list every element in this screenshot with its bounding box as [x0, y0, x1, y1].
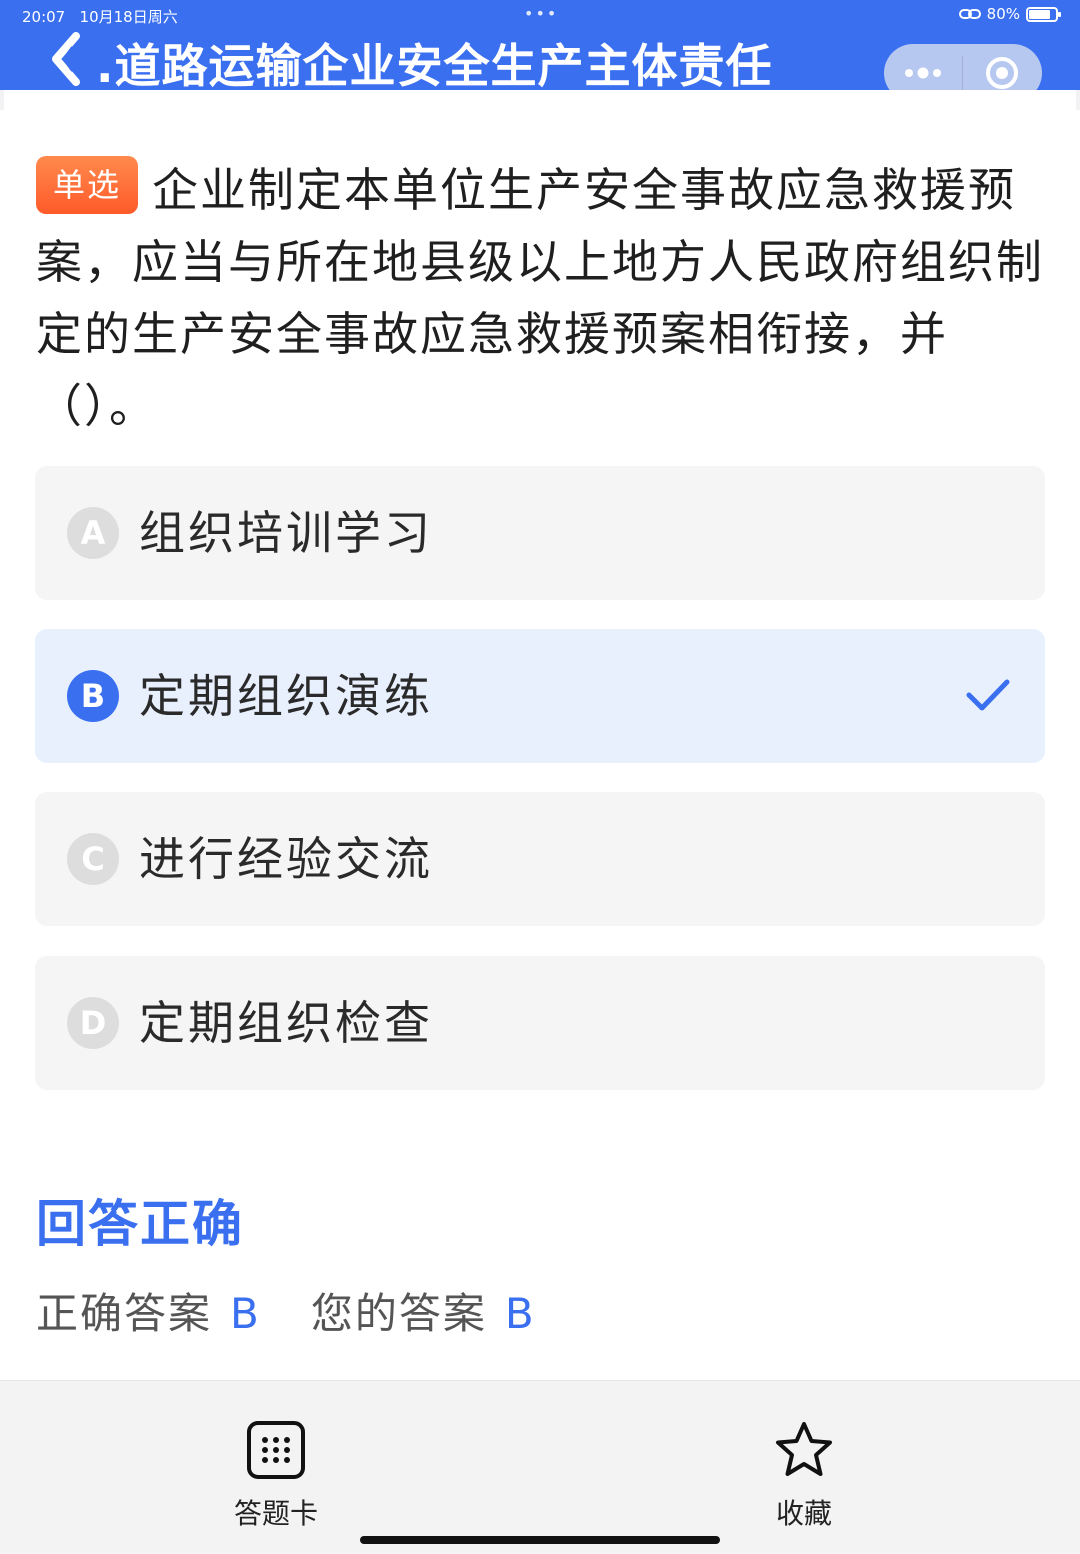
- target-close-icon: [986, 57, 1018, 89]
- option-text: 定期组织检查: [139, 996, 433, 1050]
- option-letter: D: [67, 997, 119, 1049]
- more-dots-icon: [905, 67, 941, 79]
- battery-fill: [1029, 9, 1050, 19]
- option-d[interactable]: D 定期组织检查: [35, 956, 1045, 1090]
- page-title: .道路运输企业安全生产主体责任: [96, 39, 773, 93]
- option-b[interactable]: B 定期组织演练: [35, 629, 1045, 763]
- battery-icon: [1026, 6, 1061, 22]
- clock: 20:07: [22, 8, 66, 26]
- result-title: 回答正确: [36, 1195, 244, 1253]
- question-type-badge: 单选: [36, 156, 138, 214]
- header-bar: 20:07 10月18日周六 ••• 80% .道路运输企业安全生产主体责任: [0, 0, 1080, 102]
- answer-summary: 正确答案 B 您的答案 B: [36, 1280, 536, 1341]
- favorite-button[interactable]: 收藏: [734, 1420, 874, 1532]
- home-indicator[interactable]: [360, 1536, 720, 1544]
- link-icon: [958, 9, 981, 19]
- answer-card-button[interactable]: 答题卡: [206, 1420, 346, 1532]
- star-icon: [776, 1422, 832, 1476]
- date: 10月18日周六: [79, 8, 178, 26]
- checkmark-icon: [966, 679, 1010, 711]
- grid-card-icon: [247, 1421, 305, 1479]
- status-indicators: 80%: [958, 5, 1061, 23]
- favorite-label: 收藏: [775, 1497, 832, 1530]
- option-a[interactable]: A 组织培训学习: [35, 466, 1045, 600]
- your-answer-value: B: [504, 1289, 536, 1338]
- option-letter: B: [67, 670, 119, 722]
- option-text: 组织培训学习: [139, 506, 433, 560]
- question-text-block: 单选 企业制定本单位生产安全事故应急救援预案，应当与所在地县级以上地方人民政府组织…: [36, 154, 1048, 442]
- correct-answer-label: 正确答案: [36, 1289, 213, 1338]
- status-time: 20:07 10月18日周六: [22, 6, 178, 27]
- correct-answer-value: B: [230, 1289, 261, 1338]
- bottom-nav: [0, 1380, 1080, 1554]
- header-divider: [4, 90, 1076, 110]
- answer-card-label: 答题卡: [233, 1497, 318, 1530]
- battery-percent: 80%: [986, 5, 1020, 23]
- app-logo-icon[interactable]: [46, 32, 86, 86]
- option-c[interactable]: C 进行经验交流: [35, 792, 1045, 926]
- option-text: 定期组织演练: [139, 669, 433, 723]
- option-text: 进行经验交流: [139, 832, 433, 886]
- your-answer-label: 您的答案: [310, 1289, 487, 1338]
- multitask-dots[interactable]: •••: [524, 4, 558, 23]
- option-letter: A: [67, 507, 119, 559]
- option-letter: C: [67, 833, 119, 885]
- question-text: 企业制定本单位生产安全事故应急救援预案，应当与所在地县级以上地方人民政府组织制定…: [36, 163, 1044, 433]
